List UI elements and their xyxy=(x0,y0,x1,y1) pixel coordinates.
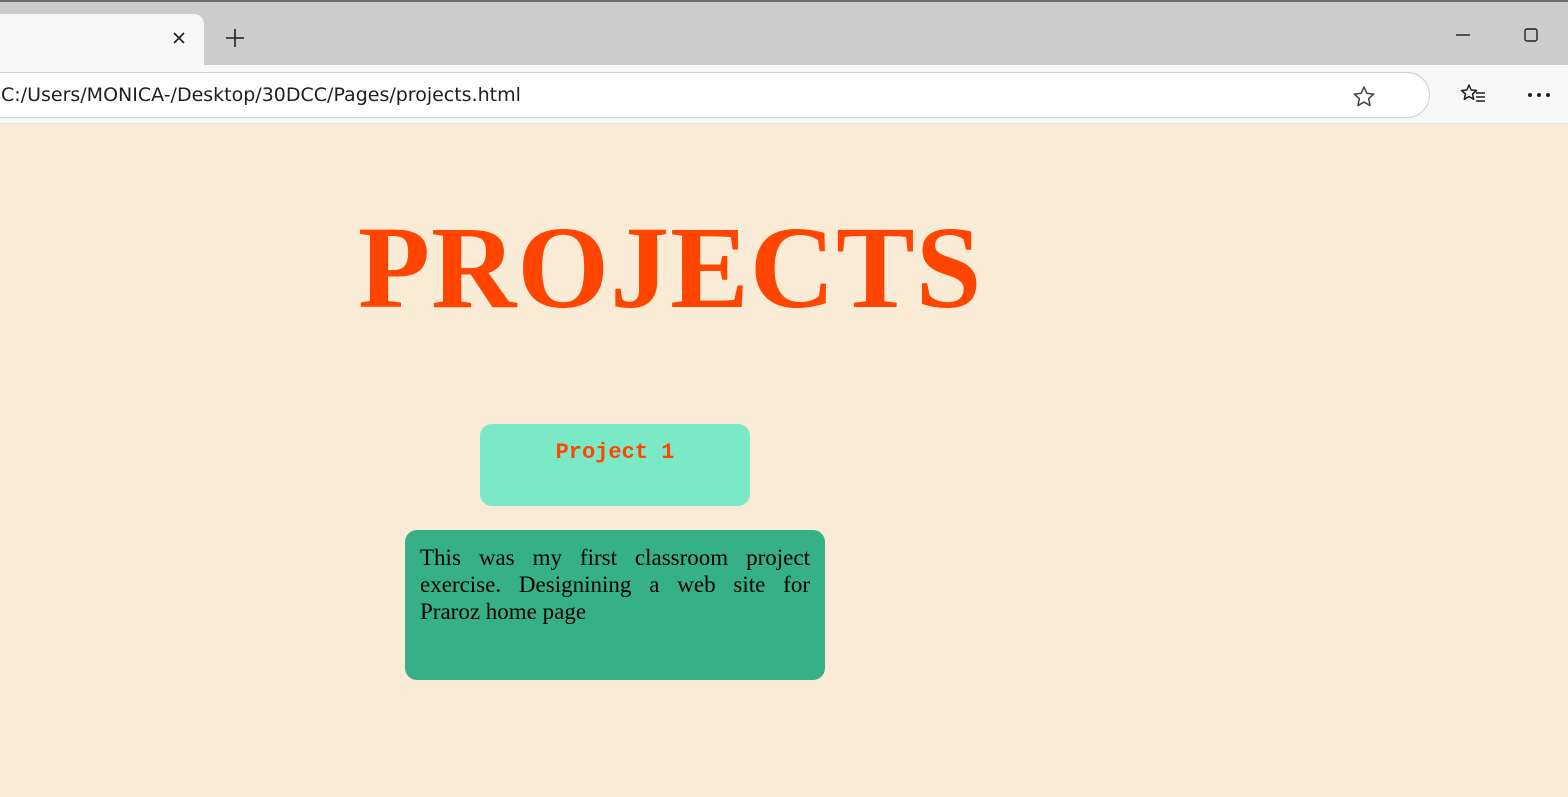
project-card: Project 1 xyxy=(480,424,750,506)
star-icon[interactable] xyxy=(1349,83,1379,111)
address-url[interactable]: C:/Users/MONICA-/Desktop/30DCC/Pages/pro… xyxy=(1,84,521,106)
maximize-icon xyxy=(1524,28,1538,42)
page-content: PROJECTS Project 1 This was my first cla… xyxy=(0,125,1568,797)
maximize-button[interactable] xyxy=(1518,22,1544,48)
page-title: PROJECTS xyxy=(358,202,983,333)
favorites-icon[interactable] xyxy=(1458,81,1488,109)
project-description: This was my first classroom project exer… xyxy=(420,545,810,624)
more-icon[interactable] xyxy=(1524,81,1554,109)
minimize-icon xyxy=(1456,34,1470,36)
project-name: Project 1 xyxy=(555,440,675,465)
plus-icon xyxy=(226,29,244,47)
browser-tab[interactable] xyxy=(0,14,204,65)
close-icon[interactable] xyxy=(168,27,190,49)
address-bar[interactable]: C:/Users/MONICA-/Desktop/30DCC/Pages/pro… xyxy=(0,72,1430,118)
project-description-card: This was my first classroom project exer… xyxy=(405,530,825,680)
tab-strip xyxy=(0,4,1568,65)
browser-toolbar: C:/Users/MONICA-/Desktop/30DCC/Pages/pro… xyxy=(0,65,1568,124)
minimize-button[interactable] xyxy=(1450,22,1476,48)
new-tab-button[interactable] xyxy=(222,25,248,51)
